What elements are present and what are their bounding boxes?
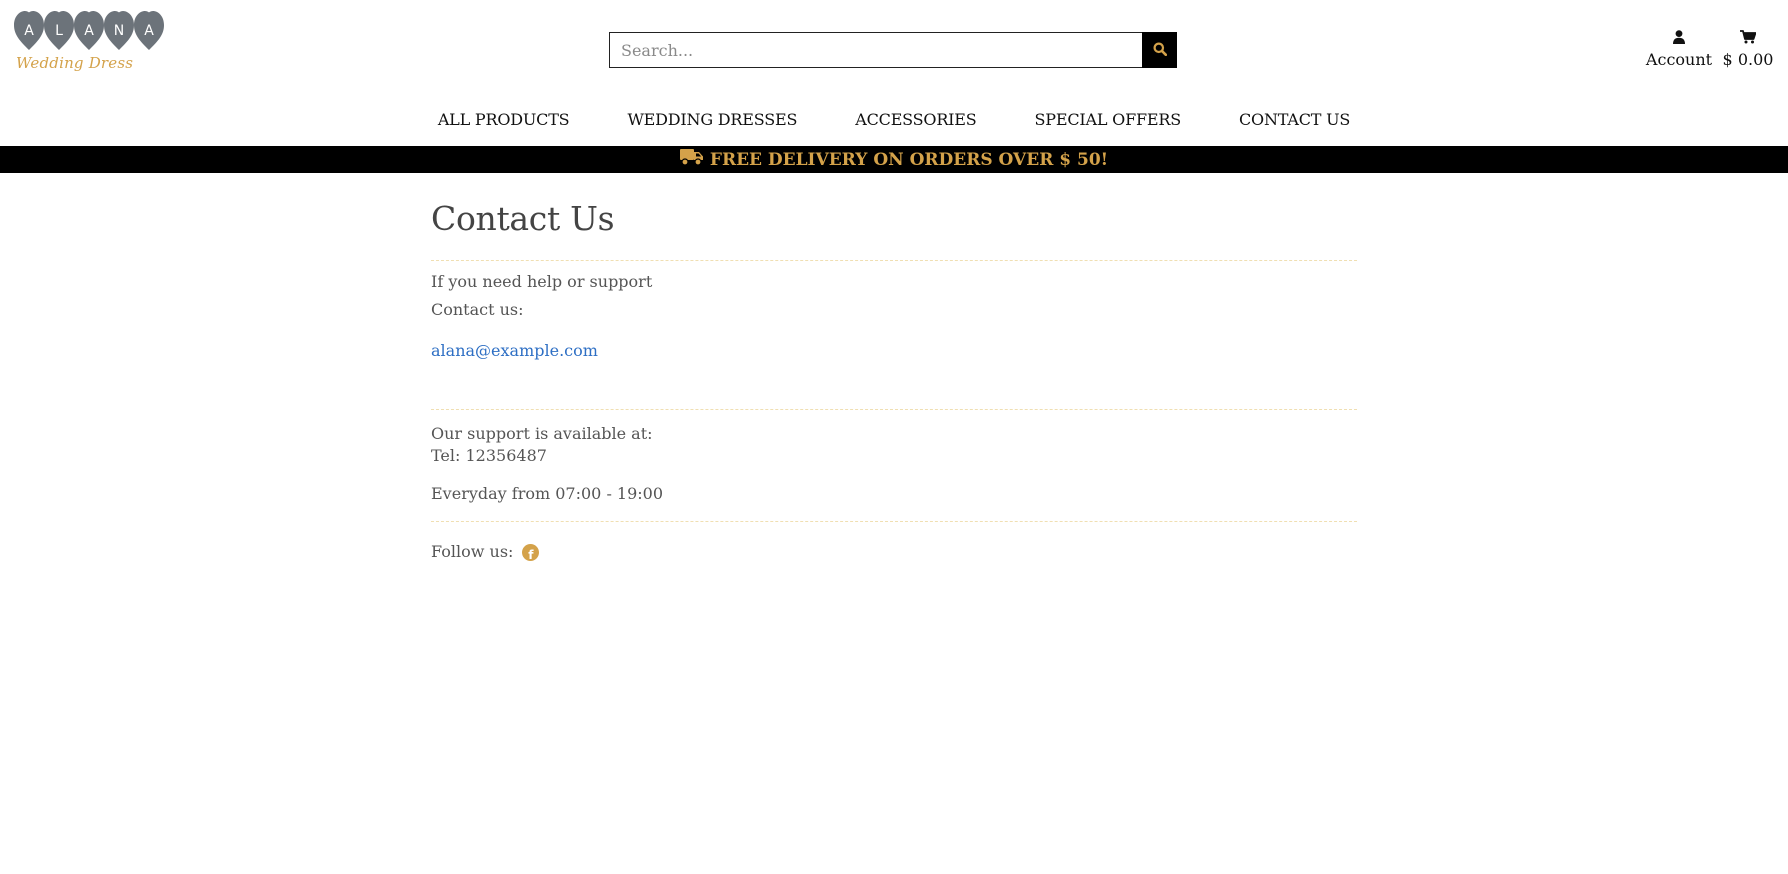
contact-content: Contact Us If you need help or support C…	[431, 173, 1357, 566]
support-text: Our support is available at:	[431, 424, 653, 444]
cart-link[interactable]: $ 0.00	[1722, 30, 1774, 69]
site-header: A L A N A Wedding Dress Account	[0, 0, 1788, 146]
contact-label: Contact us:	[431, 300, 524, 320]
truck-icon	[679, 148, 704, 171]
divider	[431, 260, 1357, 262]
logo-subtitle: Wedding Dress	[16, 54, 134, 72]
tel-text: Tel: 12356487	[431, 446, 547, 466]
account-link[interactable]: Account	[1645, 30, 1713, 69]
logo-hearts: A L A N A	[14, 11, 164, 50]
logo-letter: L	[55, 23, 63, 39]
help-text: If you need help or support	[431, 272, 653, 292]
search-icon	[1153, 42, 1167, 56]
logo-letter: A	[84, 23, 94, 39]
nav-contact-us[interactable]: CONTACT US	[1210, 108, 1379, 132]
divider	[431, 409, 1357, 411]
user-icon	[1645, 30, 1713, 48]
cart-total: $ 0.00	[1722, 50, 1774, 69]
facebook-icon[interactable]: f	[522, 543, 540, 561]
search-button[interactable]	[1142, 32, 1177, 68]
email-link[interactable]: alana@example.com	[431, 341, 598, 360]
nav-special-offers[interactable]: SPECIAL OFFERS	[1006, 108, 1210, 132]
logo-letter: A	[24, 23, 34, 39]
logo-letter: N	[114, 23, 124, 39]
site-logo[interactable]: A L A N A Wedding Dress	[14, 10, 166, 76]
main-nav: ALL PRODUCTS WEDDING DRESSES ACCESSORIES…	[0, 108, 1788, 132]
divider	[431, 521, 1357, 523]
page-title: Contact Us	[431, 199, 615, 238]
logo-letter: A	[144, 23, 154, 39]
search-form	[609, 32, 1177, 68]
search-input[interactable]	[609, 32, 1142, 68]
follow-label: Follow us:	[431, 542, 514, 562]
nav-accessories[interactable]: ACCESSORIES	[826, 108, 1005, 132]
cart-icon	[1722, 30, 1774, 48]
banner-text: FREE DELIVERY ON ORDERS OVER $ 50!	[709, 149, 1109, 170]
nav-wedding-dresses[interactable]: WEDDING DRESSES	[598, 108, 826, 132]
delivery-banner: FREE DELIVERY ON ORDERS OVER $ 50!	[0, 146, 1788, 173]
account-label: Account	[1645, 50, 1713, 69]
follow-row: Follow us: f	[431, 538, 1357, 566]
hours-text: Everyday from 07:00 - 19:00	[431, 484, 664, 504]
nav-all-products[interactable]: ALL PRODUCTS	[409, 108, 599, 132]
